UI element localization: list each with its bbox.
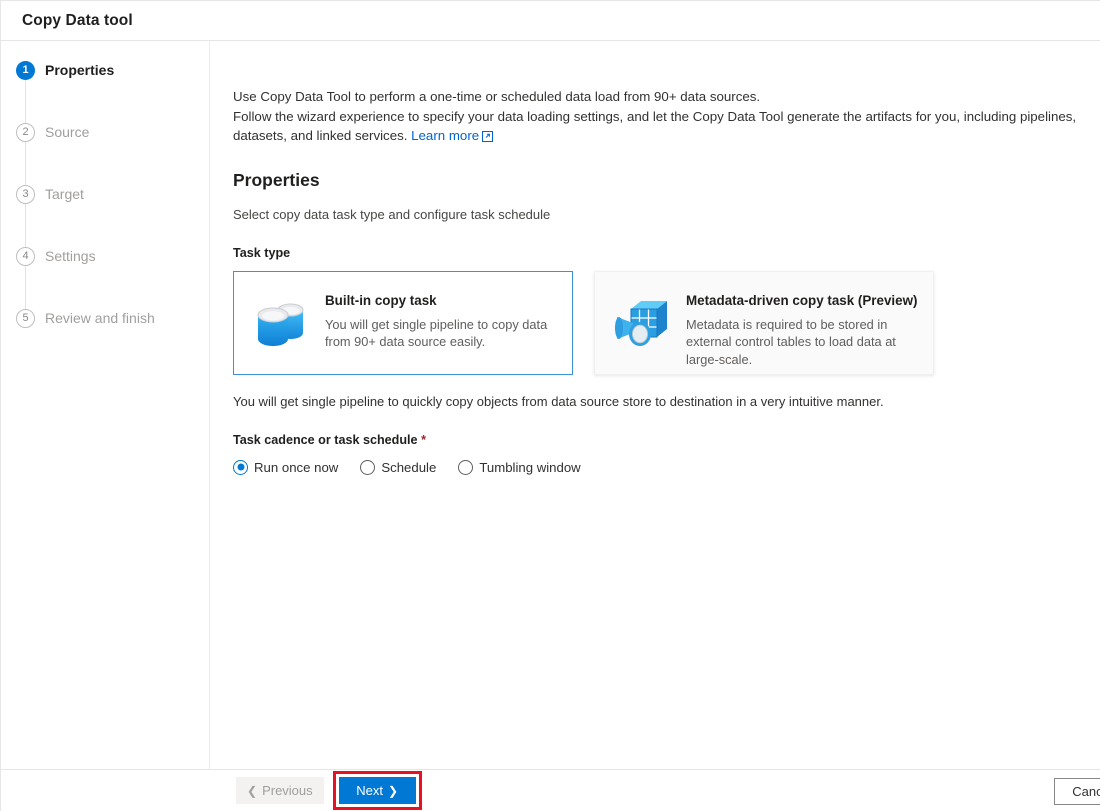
next-button-label: Next: [356, 783, 383, 798]
previous-button[interactable]: ❮ Previous: [236, 777, 324, 804]
step-badge-3: 3: [16, 185, 35, 204]
card-text-block: Metadata-driven copy task (Preview) Meta…: [677, 290, 919, 369]
sidebar-item-properties[interactable]: 1 Properties: [1, 59, 209, 123]
radio-indicator[interactable]: [360, 459, 376, 475]
footer-left-actions: ❮ Previous Next ❯: [211, 771, 422, 810]
step-badge-2: 2: [16, 123, 35, 142]
database-cylinders-icon: [250, 292, 316, 354]
next-button-highlight: Next ❯: [332, 771, 422, 810]
card-description: You will get single pipeline to copy dat…: [325, 316, 548, 350]
sidebar-item-target[interactable]: 3 Target: [1, 183, 209, 247]
learn-more-link[interactable]: Learn more: [411, 128, 479, 143]
radio-indicator[interactable]: [233, 459, 248, 475]
chevron-left-icon: ❮: [247, 783, 258, 798]
intro-line-1: Use Copy Data Tool to perform a one-time…: [233, 89, 761, 104]
dialog-title: Copy Data tool: [22, 11, 133, 29]
sidebar-item-review-and-finish[interactable]: 5 Review and finish: [1, 307, 209, 369]
main-content: Use Copy Data Tool to perform a one-time…: [210, 41, 1100, 769]
metadata-table-search-icon: [611, 292, 677, 354]
intro-line-2: Follow the wizard experience to specify …: [233, 108, 1077, 144]
dialog-body: 1 Properties 2 Source 3 Target 4 Setting…: [1, 41, 1100, 769]
sidebar-item-settings[interactable]: 4 Settings: [1, 245, 209, 309]
step-connector-line: [25, 80, 26, 123]
radio-label: Tumbling window: [479, 459, 581, 475]
step-connector-line: [25, 204, 26, 247]
radio-tumbling-window[interactable]: Tumbling window: [458, 459, 581, 475]
intro-paragraph: Use Copy Data Tool to perform a one-time…: [233, 87, 1093, 148]
required-marker: *: [421, 432, 426, 447]
card-title: Built-in copy task: [325, 292, 437, 308]
sidebar-item-label: Source: [45, 124, 90, 140]
cancel-button-label: Cancel: [1072, 784, 1100, 799]
task-type-card-group: Built-in copy task You will get single p…: [233, 270, 1100, 375]
radio-label: Schedule: [381, 459, 437, 475]
page-subtitle: Select copy data task type and configure…: [233, 206, 551, 222]
footer-right-actions: Cancel: [1054, 778, 1100, 805]
step-badge-1: 1: [16, 61, 35, 80]
radio-label: Run once now: [254, 459, 339, 475]
sidebar-item-label: Settings: [45, 248, 96, 264]
step-connector-line: [25, 142, 26, 185]
wizard-step-sidebar: 1 Properties 2 Source 3 Target 4 Setting…: [1, 41, 210, 769]
task-cadence-label: Task cadence or task schedule *: [233, 433, 1100, 447]
step-connector-line: [25, 266, 26, 309]
dialog-footer: ❮ Previous Next ❯ Cancel: [1, 769, 1100, 811]
copy-data-tool-dialog: Copy Data tool 1 Properties 2 Source 3 T…: [0, 0, 1100, 811]
card-text-block: Built-in copy task You will get single p…: [316, 290, 558, 351]
sidebar-item-source[interactable]: 2 Source: [1, 121, 209, 185]
task-type-label: Task type: [233, 245, 291, 260]
radio-run-once-now[interactable]: Run once now: [233, 459, 339, 475]
previous-button-label: Previous: [262, 783, 313, 798]
sidebar-item-label: Properties: [45, 62, 115, 78]
external-link-icon[interactable]: [482, 128, 494, 148]
card-description: Metadata is required to be stored in ext…: [686, 316, 896, 367]
step-badge-5: 5: [16, 309, 35, 328]
card-built-in-copy-task[interactable]: Built-in copy task You will get single p…: [233, 270, 573, 375]
chevron-right-icon: ❯: [387, 783, 399, 798]
sidebar-item-label: Review and finish: [45, 310, 155, 326]
cancel-button[interactable]: Cancel: [1054, 778, 1100, 805]
step-badge-4: 4: [16, 247, 35, 266]
radio-indicator[interactable]: [458, 459, 474, 475]
task-cadence-label-text: Task cadence or task schedule: [233, 432, 418, 447]
card-metadata-driven-copy-task[interactable]: Metadata-driven copy task (Preview) Meta…: [594, 270, 934, 375]
radio-schedule[interactable]: Schedule: [360, 459, 437, 475]
task-type-hint: You will get single pipeline to quickly …: [233, 393, 884, 409]
task-cadence-radio-group: Run once now Schedule Tumbling window: [233, 459, 1100, 475]
page-title: Properties: [233, 169, 320, 190]
next-button[interactable]: Next ❯: [338, 777, 416, 804]
sidebar-item-label: Target: [45, 186, 84, 202]
dialog-titlebar: Copy Data tool: [1, 1, 1100, 41]
card-title: Metadata-driven copy task (Preview): [686, 292, 918, 308]
